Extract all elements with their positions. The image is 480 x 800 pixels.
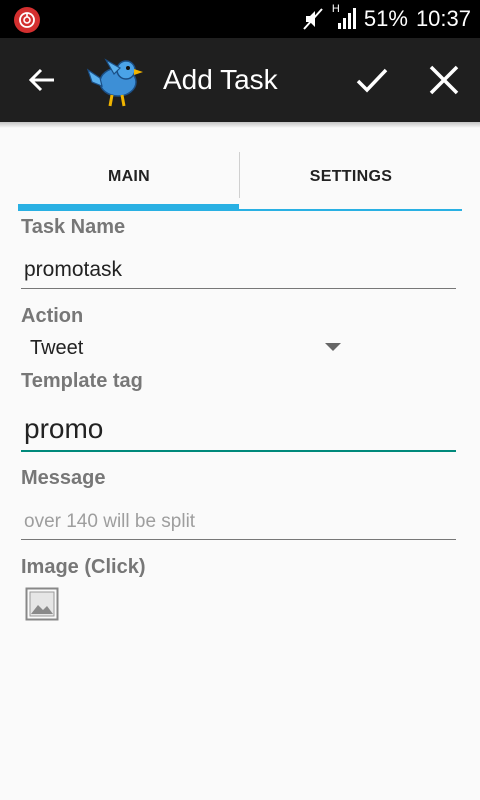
tab-selected-indicator: [18, 204, 239, 211]
app-bar-shadow: [0, 122, 480, 128]
page-title: Add Task: [163, 64, 278, 95]
image-picker-button[interactable]: [25, 587, 59, 621]
task-name-label: Task Name: [21, 216, 126, 238]
action-select[interactable]: Tweet: [30, 337, 83, 360]
battery-percent: 51%: [363, 6, 408, 31]
status-bar: H 51% 10:37: [0, 0, 480, 38]
image-label: Image (Click): [21, 556, 146, 578]
task-name-input[interactable]: promotask: [24, 258, 122, 282]
signal-icon: H: [332, 3, 356, 31]
template-tag-underline: [21, 450, 456, 452]
template-tag-label: Template tag: [21, 370, 143, 392]
cancel-button[interactable]: [422, 58, 466, 102]
bird-logo-icon: [86, 52, 146, 110]
mute-icon: [302, 7, 324, 31]
network-type-label: H: [331, 3, 340, 15]
checkmark-icon: [356, 68, 388, 93]
close-icon: [429, 65, 459, 95]
tab-underline: [239, 209, 462, 211]
clock: 10:37: [415, 6, 471, 31]
app-bar: Add Task: [0, 38, 480, 122]
message-underline: [21, 539, 456, 540]
tab-main[interactable]: MAIN: [18, 152, 240, 202]
notification-app-icon: [14, 7, 40, 33]
tab-settings[interactable]: SETTINGS: [240, 152, 462, 202]
chevron-down-icon[interactable]: [325, 343, 341, 351]
message-input[interactable]: over 140 will be split: [24, 511, 195, 533]
tab-bar: MAIN SETTINGS: [18, 152, 462, 212]
back-button[interactable]: [22, 60, 62, 100]
action-label: Action: [21, 305, 84, 327]
task-name-underline: [21, 288, 456, 289]
template-tag-input[interactable]: promo: [24, 413, 103, 445]
image-icon: [25, 587, 59, 621]
save-button[interactable]: [350, 60, 394, 100]
message-label: Message: [21, 467, 106, 489]
back-arrow-icon: [28, 68, 54, 92]
